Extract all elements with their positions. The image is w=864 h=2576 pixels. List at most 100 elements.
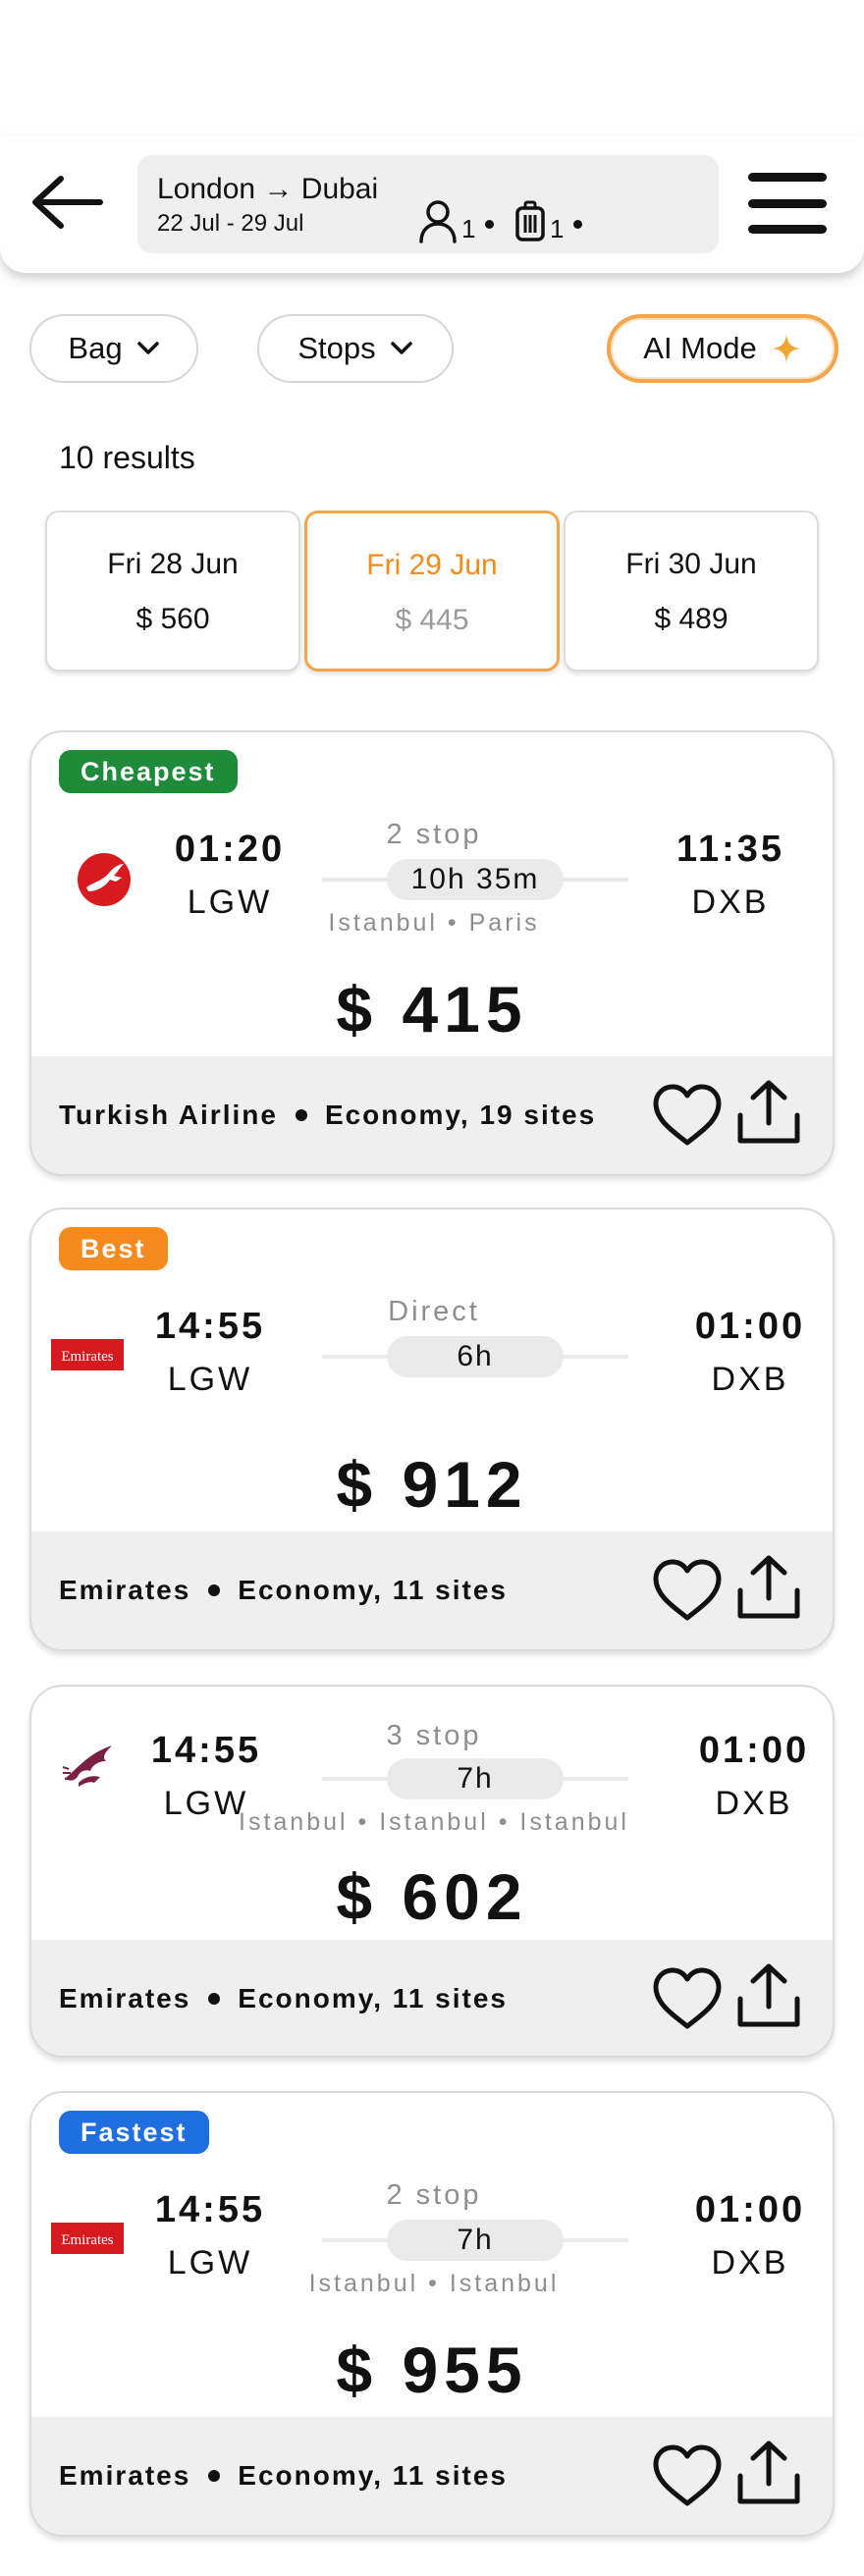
cabin-info: Economy, 11 sites — [238, 1983, 509, 2013]
passenger-count-value: 1 — [461, 214, 476, 243]
duration: 10h 35m — [387, 859, 564, 900]
ai-mode-toggle[interactable]: AI Mode — [607, 314, 838, 383]
flight-price: $ 602 — [336, 1860, 528, 1933]
date-option-date: Fri 28 Jun — [107, 548, 239, 580]
duration: 7h — [387, 2220, 564, 2261]
date-option-price: $ 489 — [654, 603, 729, 635]
flight-price: $ 912 — [336, 1448, 528, 1521]
share-icon[interactable] — [736, 1961, 801, 2030]
stops-count: 2 stop — [386, 2179, 482, 2211]
bag-count-value: 1 — [550, 214, 565, 243]
arrival-airport: DXB — [715, 1785, 793, 1822]
emirates-logo-text: Emirates — [61, 1349, 113, 1365]
fastest-badge: Fastest — [59, 2111, 209, 2154]
card-footer: Emirates Economy, 11 sites — [31, 1531, 833, 1649]
date-option-price: $ 560 — [135, 603, 210, 635]
route-label: London → Dubai — [157, 173, 379, 205]
bag-filter-label: Bag — [68, 331, 123, 365]
airline-info: Turkish Airline Economy, 19 sites — [59, 1100, 596, 1131]
airline-info: Emirates Economy, 11 sites — [59, 1983, 508, 2014]
departure-airport: LGW — [167, 1361, 253, 1398]
trip-summary[interactable]: London → Dubai 22 Jul - 29 Jul 1 1 — [137, 155, 719, 253]
separator-dot — [208, 1584, 221, 1596]
separator-dot — [295, 1109, 307, 1121]
person-icon — [419, 199, 457, 243]
layover-cities: Istanbul • Istanbul • Istanbul — [239, 1808, 629, 1836]
menu-icon-bar — [748, 225, 827, 234]
menu-button[interactable] — [748, 173, 827, 234]
arrival-airport: DXB — [691, 884, 770, 921]
departure-time: 14:55 — [154, 2189, 266, 2230]
cabin-info: Economy, 11 sites — [238, 1575, 509, 1605]
layover-cities: Istanbul • Istanbul — [308, 2270, 560, 2297]
date-option-selected[interactable]: Fri 29 Jun $ 445 — [304, 510, 560, 671]
emirates-logo-text: Emirates — [61, 2232, 113, 2248]
bag-filter[interactable]: Bag — [29, 314, 198, 383]
departure-time: 14:55 — [150, 1730, 262, 1771]
top-bar: London → Dubai 22 Jul - 29 Jul 1 1 — [0, 135, 864, 273]
heart-icon[interactable] — [652, 1967, 723, 2030]
flight-card[interactable]: Cheapest 01:20 LGW 2 stop 10h 35m Istanb… — [29, 730, 835, 1176]
card-footer: Emirates Economy, 11 sites — [31, 2417, 833, 2535]
stops-filter-label: Stops — [297, 331, 376, 365]
arrival-time: 11:35 — [675, 829, 785, 870]
airline-name: Emirates — [59, 1575, 191, 1605]
back-button[interactable] — [27, 171, 106, 234]
cheapest-badge: Cheapest — [59, 750, 238, 793]
turkish-airlines-logo — [78, 853, 131, 906]
date-option-date: Fri 30 Jun — [625, 548, 757, 580]
qatar-airways-logo — [62, 1745, 112, 1787]
best-badge: Best — [59, 1227, 168, 1270]
layover-cities: Istanbul • Paris — [328, 909, 540, 937]
separator-dot — [485, 220, 495, 229]
sparkle-icon — [771, 334, 801, 363]
cabin-info: Economy, 19 sites — [324, 1100, 597, 1130]
flight-card[interactable]: Best Emirates 14:55 LGW Direct 6h 01:00 … — [29, 1208, 835, 1651]
chevron-down-icon — [390, 342, 412, 354]
luggage-icon — [515, 200, 545, 242]
airline-name: Emirates — [59, 1983, 191, 2013]
menu-icon-bar — [748, 173, 827, 182]
date-option[interactable]: Fri 28 Jun $ 560 — [45, 510, 300, 671]
flight-card[interactable]: Fastest Emirates 14:55 LGW 2 stop 7h Ist… — [29, 2091, 835, 2537]
stops-filter[interactable]: Stops — [257, 314, 454, 383]
bag-count: 1 — [514, 198, 583, 244]
arrival-time: 01:00 — [694, 2189, 806, 2230]
share-icon[interactable] — [736, 1553, 801, 1622]
heart-icon[interactable] — [652, 2444, 723, 2507]
passenger-count: 1 — [418, 198, 495, 244]
stops-count: 3 stop — [386, 1720, 482, 1751]
separator-dot — [208, 1993, 221, 2005]
results-count: 10 results — [59, 440, 195, 475]
heart-icon[interactable] — [652, 1084, 723, 1147]
duration: 7h — [387, 1758, 564, 1799]
arrival-airport: DXB — [711, 2244, 789, 2281]
airline-name: Turkish Airline — [59, 1100, 278, 1130]
share-icon[interactable] — [736, 2439, 801, 2507]
date-option[interactable]: Fri 30 Jun $ 489 — [564, 510, 819, 671]
ai-mode-label: AI Mode — [643, 331, 757, 365]
departure-time: 14:55 — [154, 1306, 266, 1347]
flight-card[interactable]: 14:55 LGW 3 stop 7h Istanbul • Istanbul … — [29, 1685, 835, 2058]
arrival-time: 01:00 — [698, 1730, 810, 1771]
emirates-logo: Emirates — [51, 2223, 124, 2254]
menu-icon-bar — [748, 198, 827, 208]
flight-price: $ 955 — [336, 2334, 528, 2406]
stops-count: Direct — [388, 1296, 480, 1327]
emirates-logo: Emirates — [51, 1339, 124, 1370]
separator-dot — [573, 220, 583, 229]
airline-name: Emirates — [59, 2460, 191, 2491]
heart-icon[interactable] — [652, 1559, 723, 1622]
flight-price: $ 415 — [336, 973, 528, 1046]
share-icon[interactable] — [736, 1078, 801, 1147]
arrival-airport: DXB — [711, 1361, 789, 1398]
card-footer: Emirates Economy, 11 sites — [31, 1940, 833, 2056]
airline-info: Emirates Economy, 11 sites — [59, 2460, 508, 2492]
date-option-date: Fri 29 Jun — [366, 549, 498, 581]
arrow-left-icon — [32, 176, 103, 229]
dates-label: 22 Jul - 29 Jul — [157, 210, 304, 237]
arrival-time: 01:00 — [694, 1306, 806, 1347]
cabin-info: Economy, 11 sites — [238, 2460, 509, 2491]
card-footer: Turkish Airline Economy, 19 sites — [31, 1056, 833, 1174]
chevron-down-icon — [136, 342, 159, 354]
